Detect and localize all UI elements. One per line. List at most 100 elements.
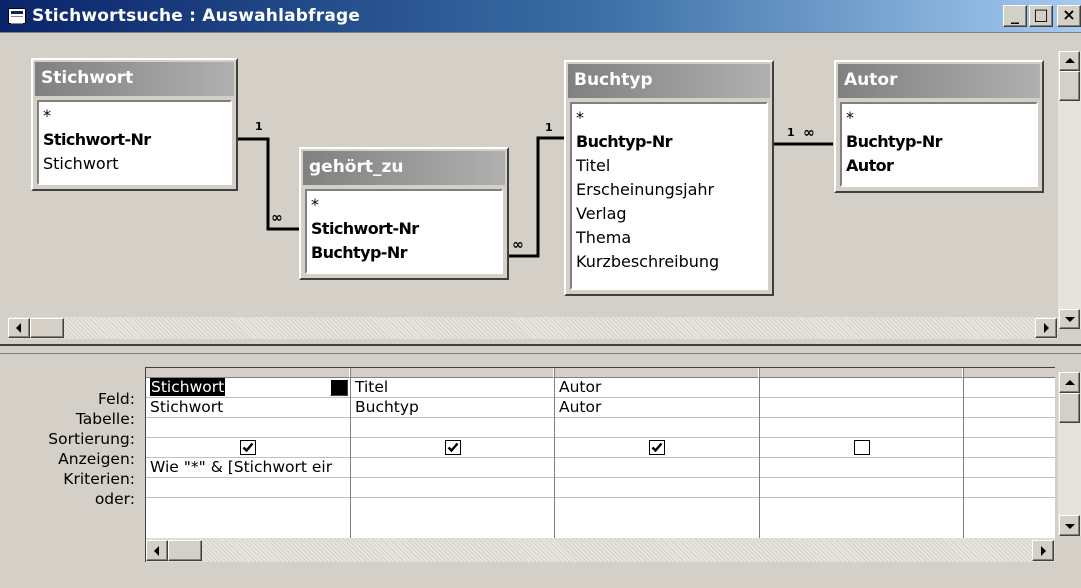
cell-kriterien[interactable] <box>964 458 1055 478</box>
grid-column[interactable]: Stichwort Stichwort Wie "*" & [Stichwort… <box>146 368 351 562</box>
scroll-thumb[interactable] <box>1059 393 1080 423</box>
scroll-right-button[interactable] <box>1035 318 1057 338</box>
field-item[interactable]: * <box>311 193 497 217</box>
cell-oder[interactable] <box>555 478 759 498</box>
column-selector[interactable] <box>760 368 963 378</box>
table-title[interactable]: Autor <box>838 64 1040 98</box>
cell-sortierung[interactable] <box>964 418 1055 438</box>
show-checkbox-checked[interactable] <box>444 440 461 455</box>
table-title[interactable]: Buchtyp <box>568 64 770 98</box>
cell-sortierung[interactable] <box>555 418 759 438</box>
cell-tabelle[interactable] <box>760 398 963 418</box>
column-selector[interactable] <box>146 368 350 378</box>
field-item[interactable]: Stichwort-Nr <box>43 128 226 152</box>
query-window-icon[interactable] <box>8 8 26 24</box>
column-selector[interactable] <box>555 368 759 378</box>
cell-sortierung[interactable] <box>760 418 963 438</box>
field-list[interactable]: * Stichwort-Nr Stichwort <box>37 100 232 185</box>
field-item[interactable]: Buchtyp-Nr <box>846 130 1032 154</box>
cell-feld[interactable]: Autor <box>555 378 759 398</box>
scroll-thumb[interactable] <box>168 540 202 561</box>
cell-oder[interactable] <box>146 478 350 498</box>
field-item[interactable]: Buchtyp-Nr <box>576 130 762 154</box>
field-item[interactable]: Thema <box>576 226 762 250</box>
cell-tabelle[interactable] <box>964 398 1055 418</box>
table-title[interactable]: Stichwort <box>35 62 234 96</box>
minimize-button[interactable]: _ <box>1003 5 1027 27</box>
cell-feld[interactable] <box>760 378 963 398</box>
field-item[interactable]: * <box>576 106 762 130</box>
field-item[interactable]: * <box>846 106 1032 130</box>
table-design-pane[interactable]: 1 ∞ ∞ 1 1 ∞ Stichwort * Stichwort-Nr Sti… <box>0 32 1081 344</box>
scroll-down-button[interactable] <box>1059 309 1080 329</box>
cell-anzeigen[interactable] <box>964 438 1055 458</box>
scroll-up-button[interactable] <box>1059 372 1080 393</box>
field-list[interactable]: * Buchtyp-Nr Titel Erscheinungsjahr Verl… <box>570 102 768 290</box>
field-item[interactable]: Stichwort-Nr <box>311 217 497 241</box>
field-item[interactable]: Autor <box>846 154 1032 178</box>
grid-horizontal-scrollbar[interactable] <box>146 538 1055 562</box>
table-stichwort[interactable]: Stichwort * Stichwort-Nr Stichwort <box>31 58 238 191</box>
cell-tabelle[interactable]: Buchtyp <box>351 398 554 418</box>
field-item[interactable]: Buchtyp-Nr <box>311 241 497 265</box>
cell-feld[interactable]: Stichwort <box>146 378 350 398</box>
show-checkbox[interactable] <box>853 440 870 455</box>
cell-tabelle[interactable]: Autor <box>555 398 759 418</box>
column-selector[interactable] <box>964 368 1055 378</box>
cell-sortierung[interactable] <box>351 418 554 438</box>
cell-kriterien[interactable]: Wie "*" & [Stichwort eir <box>146 458 350 478</box>
scroll-thumb[interactable] <box>30 318 64 338</box>
upper-horizontal-scrollbar[interactable] <box>8 317 1058 339</box>
cell-oder[interactable] <box>351 478 554 498</box>
field-list[interactable]: * Buchtyp-Nr Autor <box>840 102 1038 187</box>
field-item[interactable]: Erscheinungsjahr <box>576 178 762 202</box>
column-selector[interactable] <box>351 368 554 378</box>
cell-anzeigen[interactable] <box>555 438 759 458</box>
grid-column[interactable] <box>760 368 964 562</box>
pane-splitter[interactable] <box>0 344 1081 354</box>
field-item[interactable]: Stichwort <box>43 152 226 176</box>
scroll-down-button[interactable] <box>1059 515 1080 536</box>
show-checkbox-checked[interactable] <box>649 440 665 455</box>
scroll-right-button[interactable] <box>1032 540 1054 561</box>
maximize-button[interactable]: □ <box>1029 5 1053 27</box>
cell-anzeigen[interactable] <box>351 438 554 458</box>
field-list[interactable]: * Stichwort-Nr Buchtyp-Nr <box>305 189 503 274</box>
row-label-tabelle: Tabelle: <box>75 410 135 428</box>
query-design-grid[interactable]: Stichwort Stichwort Wie "*" & [Stichwort… <box>145 367 1055 562</box>
dropdown-button[interactable] <box>330 379 348 396</box>
cell-tabelle[interactable]: Stichwort <box>146 398 350 418</box>
cell-sortierung[interactable] <box>146 418 350 438</box>
scroll-left-button[interactable] <box>8 318 30 338</box>
field-item[interactable]: Kurzbeschreibung <box>576 250 762 274</box>
design-grid-pane[interactable]: Feld: Tabelle: Sortierung: Anzeigen: Kri… <box>0 354 1081 588</box>
upper-vertical-scrollbar[interactable] <box>1058 51 1081 329</box>
table-buchtyp[interactable]: Buchtyp * Buchtyp-Nr Titel Erscheinungsj… <box>564 60 774 296</box>
cell-oder[interactable] <box>964 478 1055 498</box>
cell-feld[interactable]: Titel <box>351 378 554 398</box>
field-item[interactable]: Titel <box>576 154 762 178</box>
table-gehoert-zu[interactable]: gehört_zu * Stichwort-Nr Buchtyp-Nr <box>299 147 509 280</box>
row-labels: Feld: Tabelle: Sortierung: Anzeigen: Kri… <box>0 389 140 509</box>
grid-column[interactable] <box>964 368 1055 562</box>
cell-anzeigen[interactable] <box>760 438 963 458</box>
table-autor[interactable]: Autor * Buchtyp-Nr Autor <box>834 60 1044 193</box>
cell-kriterien[interactable] <box>555 458 759 478</box>
table-title[interactable]: gehört_zu <box>303 151 505 185</box>
field-item[interactable]: Verlag <box>576 202 762 226</box>
cell-kriterien[interactable] <box>760 458 963 478</box>
grid-column[interactable]: Autor Autor <box>555 368 760 562</box>
cell-kriterien[interactable] <box>351 458 554 478</box>
scroll-up-button[interactable] <box>1059 51 1080 71</box>
cell-oder[interactable] <box>760 478 963 498</box>
show-checkbox-checked[interactable] <box>240 440 256 455</box>
scroll-thumb[interactable] <box>1059 71 1080 101</box>
cell-feld[interactable] <box>964 378 1055 398</box>
title-bar[interactable]: Stichwortsuche : Auswahlabfrage _ □ × <box>0 0 1081 32</box>
scroll-left-button[interactable] <box>146 540 168 561</box>
close-button[interactable]: × <box>1057 5 1081 27</box>
field-item[interactable]: * <box>43 104 226 128</box>
grid-vertical-scrollbar[interactable] <box>1058 372 1081 536</box>
cell-anzeigen[interactable] <box>146 438 350 458</box>
grid-column[interactable]: Titel Buchtyp <box>351 368 555 562</box>
